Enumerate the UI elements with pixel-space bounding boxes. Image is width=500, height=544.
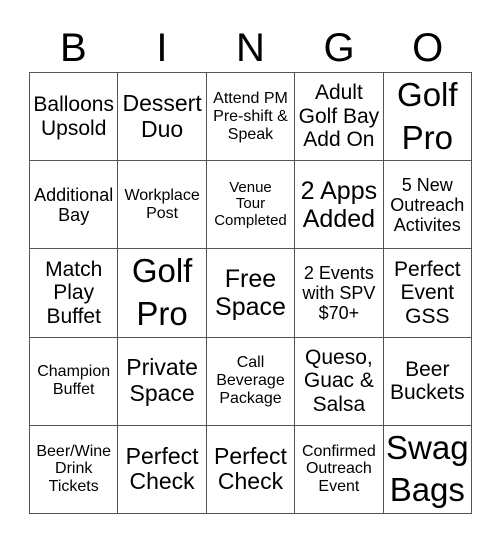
bingo-cell[interactable]: 2 Events with SPV $70+ <box>295 249 384 338</box>
bingo-cell[interactable]: Beer/Wine Drink Tickets <box>30 425 119 514</box>
bingo-cell[interactable]: Beer Buckets <box>383 337 472 426</box>
bingo-cell[interactable]: Queso, Guac & Salsa <box>295 337 384 426</box>
header-letter-b: B <box>59 26 87 70</box>
bingo-cell[interactable]: Match Play Buffet <box>30 249 119 338</box>
bingo-cell[interactable]: Perfect Event GSS <box>383 249 472 338</box>
header-letter-n: N <box>236 26 265 70</box>
bingo-cell[interactable]: Additional Bay <box>30 161 119 250</box>
bingo-cell[interactable]: Attend PM Pre-shift & Speak <box>206 73 296 162</box>
header-letter-g: G <box>323 26 355 70</box>
bingo-cell[interactable]: 5 New Outreach Activites <box>383 161 472 250</box>
bingo-cell[interactable]: Swag Bags <box>383 425 472 514</box>
bingo-header: B I N G O <box>29 24 472 72</box>
bingo-cell[interactable]: Private Space <box>118 337 207 426</box>
bingo-cell[interactable]: Perfect Check <box>118 425 207 514</box>
bingo-cell[interactable]: Workplace Post <box>118 161 207 250</box>
bingo-cell[interactable]: 2 Apps Added <box>295 161 384 250</box>
header-letter-i: I <box>156 26 168 70</box>
bingo-cell[interactable]: Golf Pro <box>383 73 472 162</box>
bingo-cell[interactable]: Champion Buffet <box>30 337 119 426</box>
bingo-cell[interactable]: Balloons Upsold <box>30 73 119 162</box>
bingo-cell[interactable]: Adult Golf Bay Add On <box>295 73 384 162</box>
bingo-grid: Balloons Upsold Dessert Duo Attend PM Pr… <box>29 72 472 514</box>
bingo-cell[interactable]: Confirmed Outreach Event <box>295 425 384 514</box>
free-space-cell[interactable]: Free Space <box>206 249 296 338</box>
bingo-cell[interactable]: Perfect Check <box>206 425 296 514</box>
bingo-cell[interactable]: Venue Tour Completed <box>206 161 296 250</box>
bingo-cell[interactable]: Call Beverage Package <box>206 337 296 426</box>
bingo-cell[interactable]: Dessert Duo <box>118 73 207 162</box>
header-letter-o: O <box>412 26 444 70</box>
bingo-cell[interactable]: Golf Pro <box>118 249 207 338</box>
